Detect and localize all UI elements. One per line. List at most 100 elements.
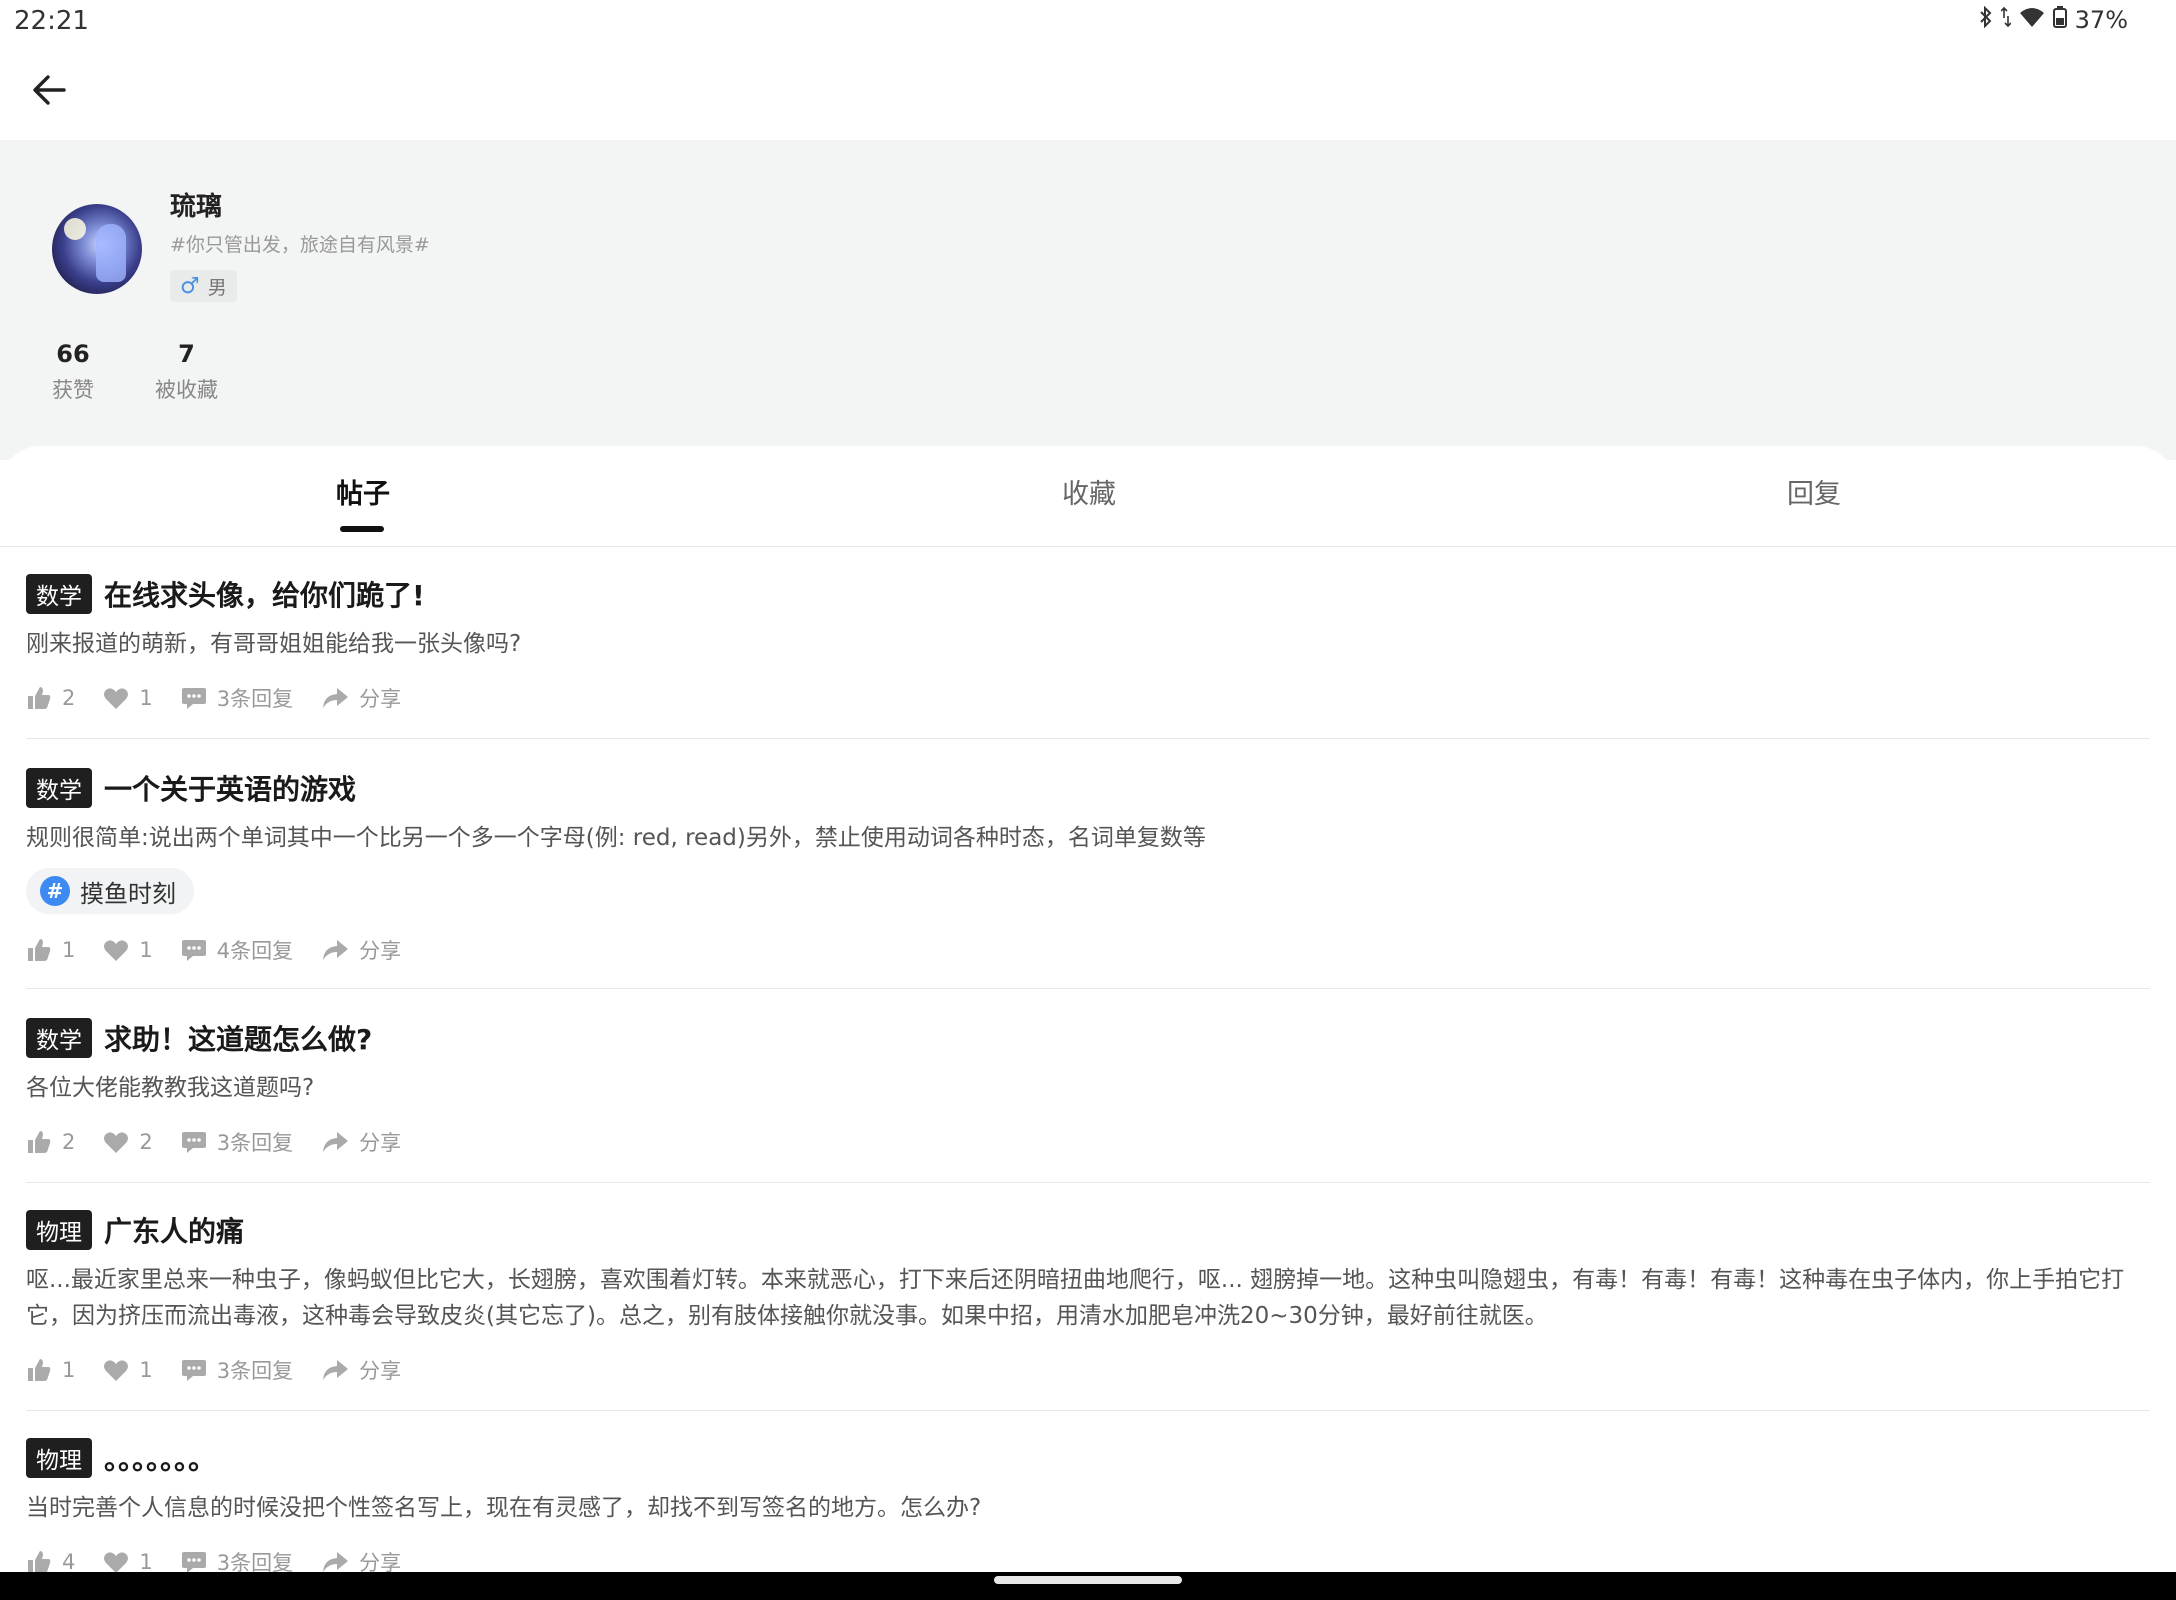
favorite-count: 1	[139, 938, 153, 962]
post-actions: 2 1 3条回复 分享	[26, 676, 2150, 720]
stat-likes-label: 获赞	[52, 378, 94, 402]
gender-badge: ♂ 男	[170, 270, 237, 302]
favorite-count: 1	[139, 686, 153, 710]
tab-replies[interactable]: 回复	[1787, 472, 1841, 511]
favorite-button[interactable]: 1	[103, 1550, 153, 1572]
post-body: 刚来报道的萌新，有哥哥姐姐能给我一张头像吗?	[26, 631, 522, 657]
comment-icon	[181, 1552, 206, 1572]
like-button[interactable]: 2	[26, 1129, 75, 1155]
reply-count: 4条回复	[216, 939, 294, 963]
status-time: 22:21	[14, 6, 89, 36]
comment-icon	[181, 1132, 206, 1153]
post-body: 呕...最近家里总来一种虫子，像蚂蚁但比它大，长翅膀，喜欢围着灯转。本来就恶心，…	[26, 1267, 2125, 1329]
post-actions: 2 2 3条回复 分享	[26, 1120, 2150, 1164]
post-item[interactable]: 数学 求助！这道题怎么做? 各位大佬能教教我这道题吗? 2 2 3条回复 分享	[26, 1016, 2150, 1183]
reply-button[interactable]: 3条回复	[181, 1127, 293, 1157]
post-body: 当时完善个人信息的时候没把个性签名写上，现在有灵感了，却找不到写签名的地方。怎么…	[26, 1495, 982, 1521]
stat-favorited-count: 7	[178, 340, 195, 368]
subject-tag: 物理	[26, 1438, 92, 1478]
gender-label: 男	[207, 276, 227, 299]
tab-posts[interactable]: 帖子	[336, 472, 390, 511]
favorite-count: 1	[139, 1550, 153, 1572]
system-nav-bar	[0, 1572, 2176, 1600]
user-signature: #你只管出发，旅途自有风景#	[170, 234, 430, 256]
avatar[interactable]	[52, 204, 142, 294]
reply-count: 3条回复	[216, 687, 294, 711]
reply-button[interactable]: 3条回复	[181, 683, 293, 713]
post-item[interactable]: 数学 在线求头像，给你们跪了! 刚来报道的萌新，有哥哥姐姐能给我一张头像吗? 2…	[26, 572, 2150, 739]
favorite-count: 1	[139, 1358, 153, 1382]
heart-icon	[104, 1552, 129, 1572]
bluetooth-icon	[1979, 5, 1993, 34]
tab-favorites[interactable]: 收藏	[1062, 472, 1116, 511]
avatar-moon	[64, 218, 86, 240]
profile-header: 琉璃 #你只管出发，旅途自有风景# ♂ 男 66 获赞 7 被收藏	[0, 140, 2176, 460]
like-button[interactable]: 1	[26, 1357, 75, 1383]
favorite-button[interactable]: 1	[103, 938, 153, 962]
username: 琉璃	[170, 192, 223, 222]
share-label: 分享	[359, 1551, 402, 1572]
share-button[interactable]: 分享	[321, 683, 401, 713]
post-body: 各位大佬能教教我这道题吗?	[26, 1075, 315, 1101]
stat-favorited-label: 被收藏	[155, 378, 218, 402]
stat-likes[interactable]: 66 获赞	[52, 340, 94, 404]
data-arrows-icon	[2000, 6, 2012, 34]
thumbs-up-icon	[28, 1131, 51, 1153]
like-count: 1	[62, 1358, 76, 1382]
subject-tag: 物理	[26, 1210, 92, 1250]
share-icon	[323, 688, 349, 708]
post-body: 规则很简单:说出两个单词其中一个比另一个多一个字母(例: red, read)另…	[26, 825, 1206, 851]
comment-icon	[181, 688, 206, 709]
comment-icon	[181, 1360, 206, 1381]
share-button[interactable]: 分享	[321, 935, 401, 965]
favorite-button[interactable]: 2	[103, 1130, 153, 1154]
thumbs-up-icon	[28, 1359, 51, 1381]
home-indicator[interactable]	[994, 1576, 1182, 1584]
reply-button[interactable]: 4条回复	[181, 935, 293, 965]
like-button[interactable]: 1	[26, 937, 75, 963]
share-icon	[323, 1552, 349, 1572]
battery-icon	[2052, 6, 2067, 34]
favorite-button[interactable]: 1	[103, 686, 153, 710]
post-item[interactable]: 数学 一个关于英语的游戏 规则很简单:说出两个单词其中一个比另一个多一个字母(例…	[26, 766, 2150, 989]
like-count: 1	[62, 938, 76, 962]
stat-likes-count: 66	[56, 340, 90, 368]
content-panel: 帖子 收藏 回复 数学 在线求头像，给你们跪了! 刚来报道的萌新，有哥哥姐姐能给…	[0, 446, 2176, 1572]
topic-label: 摸鱼时刻	[80, 879, 176, 908]
share-label: 分享	[359, 939, 402, 963]
post-title: 求助！这道题怎么做?	[104, 1023, 373, 1056]
post-item[interactable]: 物理 广东人的痛 呕...最近家里总来一种虫子，像蚂蚁但比它大，长翅膀，喜欢围着…	[26, 1208, 2150, 1411]
reply-button[interactable]: 3条回复	[181, 1355, 293, 1385]
share-label: 分享	[359, 1131, 402, 1155]
reply-button[interactable]: 3条回复	[181, 1547, 293, 1572]
post-actions: 1 1 4条回复 分享	[26, 928, 2150, 972]
status-bar: 22:21 37%	[0, 0, 2176, 44]
back-button[interactable]	[28, 68, 72, 112]
share-button[interactable]: 分享	[321, 1355, 401, 1385]
stat-favorited[interactable]: 7 被收藏	[155, 340, 218, 404]
share-button[interactable]: 分享	[321, 1127, 401, 1157]
reply-count: 3条回复	[216, 1359, 294, 1383]
subject-tag: 数学	[26, 1018, 92, 1058]
post-actions: 1 1 3条回复 分享	[26, 1348, 2150, 1392]
share-icon	[323, 1132, 349, 1152]
like-count: 2	[62, 1130, 76, 1154]
post-item[interactable]: 物理 。。。。。。。 当时完善个人信息的时候没把个性签名写上，现在有灵感了，却找…	[26, 1436, 2150, 1572]
share-button[interactable]: 分享	[321, 1547, 401, 1572]
post-title: 。。。。。。。	[104, 1443, 217, 1476]
like-count: 4	[62, 1550, 76, 1572]
reply-count: 3条回复	[216, 1551, 294, 1572]
like-button[interactable]: 4	[26, 1549, 75, 1572]
wifi-icon	[2019, 6, 2045, 34]
favorite-button[interactable]: 1	[103, 1358, 153, 1382]
heart-icon	[104, 1132, 129, 1153]
status-icons: 37%	[1979, 5, 2128, 34]
tab-bar: 帖子 收藏 回复	[0, 446, 2176, 547]
top-bar	[0, 44, 2176, 140]
thumbs-up-icon	[28, 687, 51, 709]
subject-tag: 数学	[26, 768, 92, 808]
topic-chip[interactable]: # 摸鱼时刻	[26, 868, 194, 914]
reply-count: 3条回复	[216, 1131, 294, 1155]
like-button[interactable]: 2	[26, 685, 75, 711]
post-title: 一个关于英语的游戏	[104, 773, 357, 806]
